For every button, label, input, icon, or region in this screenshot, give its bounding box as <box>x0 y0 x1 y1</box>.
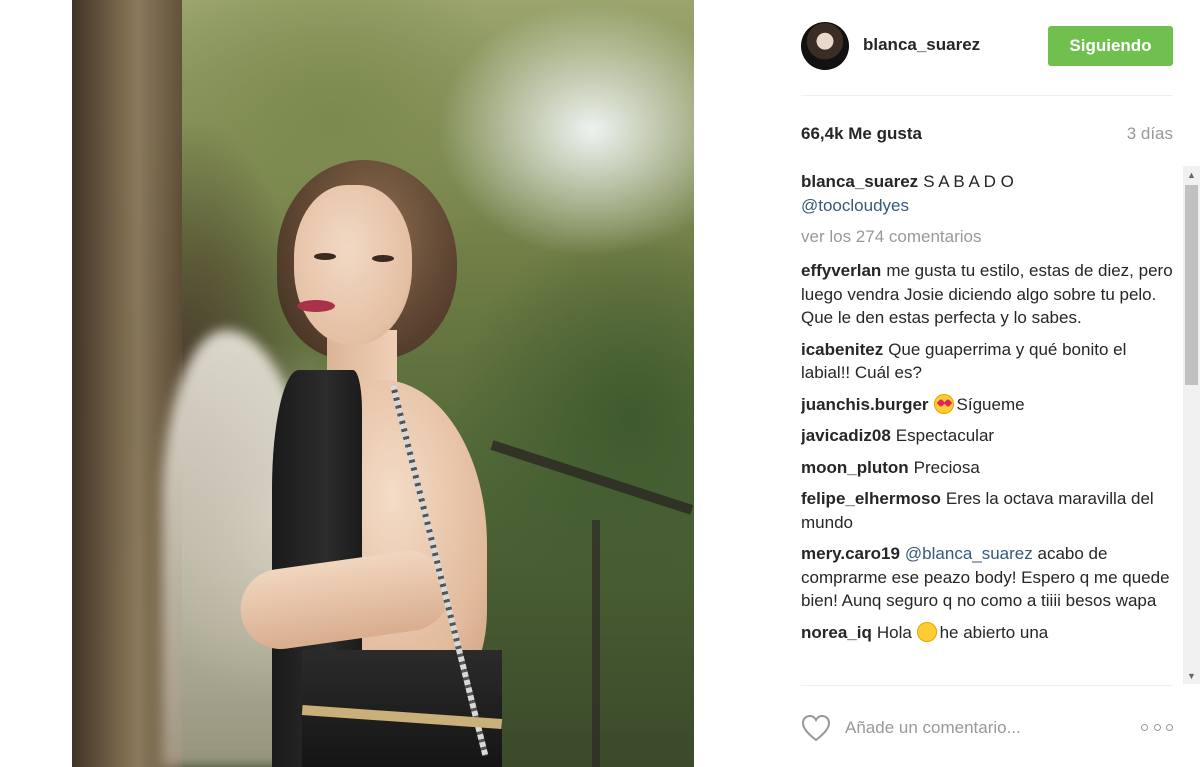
post-footer <box>801 710 1173 746</box>
comment-username[interactable]: norea_iq <box>801 623 872 642</box>
author-username[interactable]: blanca_suarez <box>863 35 980 55</box>
following-button[interactable]: Siguiendo <box>1048 26 1173 66</box>
railing <box>490 440 694 515</box>
caption-text: S A B A D O <box>923 172 1014 191</box>
comment-text: he abierto una <box>939 622 1049 642</box>
person-eye <box>372 255 394 262</box>
divider <box>801 95 1173 96</box>
comment-item: moon_pluton Preciosa <box>801 456 1173 480</box>
comment-username[interactable]: juanchis.burger <box>801 395 929 414</box>
comment-mention[interactable]: @blanca_suarez <box>905 544 1033 563</box>
dot <box>1166 723 1173 731</box>
comment-text: Preciosa <box>913 457 980 477</box>
comment-item: mery.caro19 @blanca_suarez acabo de compr… <box>801 542 1173 613</box>
caption: blanca_suarez S A B A D O @toocloudyes <box>801 170 1173 217</box>
person-lips <box>297 300 335 312</box>
person-eye <box>314 253 336 260</box>
scroll-thumb[interactable] <box>1185 185 1198 385</box>
likes-count[interactable]: 66,4k Me gusta <box>801 124 922 144</box>
scroll-up-arrow-icon[interactable]: ▲ <box>1183 166 1200 183</box>
post-time[interactable]: 3 días <box>1127 124 1173 144</box>
comment-item: felipe_elhermoso Eres la octava maravilla… <box>801 487 1173 534</box>
scroll-down-arrow-icon[interactable]: ▼ <box>1183 667 1200 684</box>
comment-username[interactable]: effyverlan <box>801 261 881 280</box>
avatar[interactable] <box>801 22 849 70</box>
comment-item: javicadiz08 Espectacular <box>801 424 1173 448</box>
dot <box>1141 723 1148 731</box>
comment-username[interactable]: moon_pluton <box>801 458 909 477</box>
comment-username[interactable]: javicadiz08 <box>801 426 891 445</box>
add-comment-input[interactable] <box>845 714 1125 742</box>
comment-username[interactable]: icabenitez <box>801 340 883 359</box>
post-header: blanca_suarez Siguiendo <box>801 20 1173 72</box>
view-all-comments-link[interactable]: ver los 274 comentarios <box>801 227 1173 247</box>
comment-username[interactable]: mery.caro19 <box>801 544 900 563</box>
comments-scrollbar[interactable]: ▲ ▼ <box>1183 166 1200 684</box>
caption-mention[interactable]: @toocloudyes <box>801 196 909 215</box>
comments-list[interactable]: blanca_suarez S A B A D O @toocloudyes ve… <box>801 170 1173 684</box>
person-face <box>294 185 412 345</box>
comment-username[interactable]: felipe_elhermoso <box>801 489 941 508</box>
heart-outline-icon[interactable] <box>801 714 831 742</box>
heart-eyes-emoji-icon <box>933 393 954 414</box>
comment-item: juanchis.burger Sígueme <box>801 393 1173 417</box>
dot <box>1153 723 1161 731</box>
post-photo[interactable] <box>72 0 694 767</box>
caption-username[interactable]: blanca_suarez <box>801 172 918 191</box>
comment-text: Espectacular <box>895 426 995 445</box>
divider <box>801 685 1173 686</box>
comment-text: Sígueme <box>956 394 1025 414</box>
post-side-panel: blanca_suarez Siguiendo 66,4k Me gusta 3… <box>801 0 1173 767</box>
railing-post <box>592 520 600 767</box>
comment-item: norea_iq Hola he abierto una <box>801 621 1173 645</box>
comment-text-before: Hola <box>876 622 912 642</box>
comment-item: icabenitez Que guaperrima y qué bonito el… <box>801 338 1173 385</box>
more-options-icon[interactable] <box>1141 720 1173 734</box>
comment-item: effyverlan me gusta tu estilo, estas de d… <box>801 259 1173 330</box>
smile-emoji-icon <box>916 621 937 642</box>
